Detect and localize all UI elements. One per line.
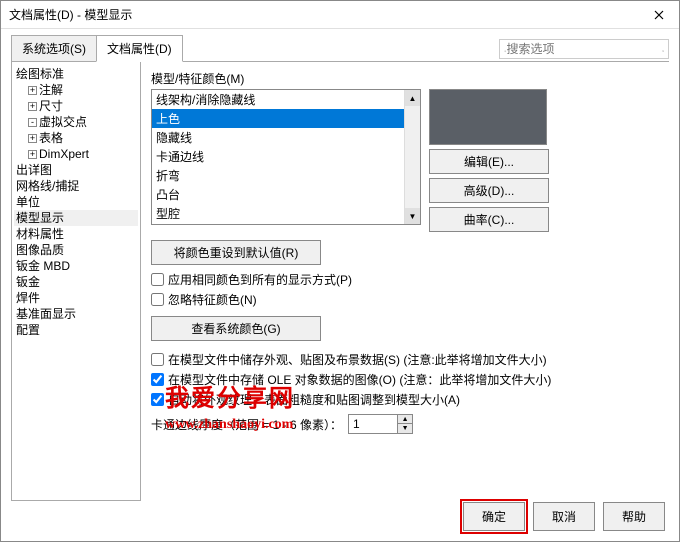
tree-item-label: 钣金 MBD (16, 259, 70, 273)
tree-item[interactable]: +DimXpert (14, 146, 138, 162)
tab-document-properties[interactable]: 文档属性(D) (96, 35, 183, 62)
tree-item[interactable]: 钣金 (14, 274, 138, 290)
model-colors-label: 模型/特征颜色(M) (151, 70, 659, 87)
tree-item-label: 材料属性 (16, 227, 64, 241)
tree-item-label: 单位 (16, 195, 40, 209)
tree-item[interactable]: 网格线/捕捉 (14, 178, 138, 194)
tree-item[interactable]: 焊件 (14, 290, 138, 306)
tab-system-options[interactable]: 系统选项(S) (11, 35, 97, 62)
view-system-colors-button[interactable]: 查看系统颜色(G) (151, 316, 321, 341)
auto-adjust-checkbox[interactable] (151, 393, 164, 406)
color-listbox[interactable]: 线架构/消除隐藏线上色隐藏线卡通边线折弯凸台型腔倒角切除 ▲ ▼ (151, 89, 421, 225)
store-ole-label: 在模型文件中存储 OLE 对象数据的图像(O) (注意：此举将增加文件大小) (168, 371, 551, 388)
tree-item-label: 配置 (16, 323, 40, 337)
tree-item[interactable]: 绘图标准 (14, 66, 138, 82)
scroll-up-icon[interactable]: ▲ (405, 90, 420, 106)
store-ole-checkbox[interactable] (151, 373, 164, 386)
apply-same-color-label: 应用相同颜色到所有的显示方式(P) (168, 271, 352, 288)
collapse-icon[interactable]: - (28, 118, 37, 127)
tree-item[interactable]: 模型显示 (14, 210, 138, 226)
search-input[interactable] (507, 42, 662, 56)
store-appearance-checkbox[interactable] (151, 353, 164, 366)
search-box[interactable] (499, 39, 669, 59)
tree-item[interactable]: 配置 (14, 322, 138, 338)
list-item[interactable]: 线架构/消除隐藏线 (152, 90, 420, 109)
tree-item[interactable]: 钣金 MBD (14, 258, 138, 274)
expand-icon[interactable]: + (28, 150, 37, 159)
edit-button[interactable]: 编辑(E)... (429, 149, 549, 174)
tree-item[interactable]: 出详图 (14, 162, 138, 178)
tree-item[interactable]: +注解 (14, 82, 138, 98)
listbox-scrollbar[interactable]: ▲ ▼ (404, 90, 420, 224)
auto-adjust-label: 自动将外观纹理、表面粗糙度和贴图调整到模型大小(A) (168, 391, 460, 408)
cartoon-edge-spinner[interactable]: ▲ ▼ (348, 414, 413, 434)
tree-item[interactable]: 基准面显示 (14, 306, 138, 322)
curvature-button[interactable]: 曲率(C)... (429, 207, 549, 232)
tree-item-label: 绘图标准 (16, 67, 64, 81)
cartoon-edge-input[interactable] (349, 415, 397, 433)
tree-item-label: 表格 (39, 131, 63, 145)
expand-icon[interactable]: + (28, 86, 37, 95)
spinner-down-icon[interactable]: ▼ (398, 424, 412, 433)
spinner-up-icon[interactable]: ▲ (398, 415, 412, 424)
expand-icon[interactable]: + (28, 102, 37, 111)
tree-item-label: 图像品质 (16, 243, 64, 257)
list-item[interactable]: 折弯 (152, 166, 420, 185)
tree-item[interactable]: 单位 (14, 194, 138, 210)
tree-item-label: 尺寸 (39, 99, 63, 113)
window-title: 文档属性(D) - 模型显示 (9, 6, 639, 23)
tree-item[interactable]: +尺寸 (14, 98, 138, 114)
tree-item-label: 基准面显示 (16, 307, 76, 321)
search-icon (662, 42, 665, 56)
color-preview (429, 89, 547, 145)
tree-item-label: 注解 (39, 83, 63, 97)
tree-item[interactable]: 材料属性 (14, 226, 138, 242)
cancel-button[interactable]: 取消 (533, 502, 595, 531)
apply-same-color-checkbox[interactable] (151, 273, 164, 286)
tree-item-label: 网格线/捕捉 (16, 179, 79, 193)
scroll-down-icon[interactable]: ▼ (405, 208, 420, 224)
tree-item[interactable]: 图像品质 (14, 242, 138, 258)
expand-icon[interactable]: + (28, 134, 37, 143)
help-button[interactable]: 帮助 (603, 502, 665, 531)
tab-bar: 系统选项(S) 文档属性(D) (11, 35, 182, 62)
tree-item-label: 虚拟交点 (39, 115, 87, 129)
list-item[interactable]: 倒角 (152, 223, 420, 225)
ignore-feature-color-label: 忽略特征颜色(N) (168, 291, 257, 308)
close-icon (654, 10, 664, 20)
list-item[interactable]: 上色 (152, 109, 420, 128)
list-item[interactable]: 凸台 (152, 185, 420, 204)
cartoon-edge-label: 卡通边线厚度（范围 = 1 - 6 像素）： (151, 416, 342, 433)
close-button[interactable] (639, 1, 679, 29)
tree-item-label: 钣金 (16, 275, 40, 289)
store-appearance-label: 在模型文件中储存外观、贴图及布景数据(S) (注意:此举将增加文件大小) (168, 351, 547, 368)
category-tree[interactable]: 绘图标准+注解+尺寸-虚拟交点+表格+DimXpert出详图网格线/捕捉单位模型… (11, 62, 141, 501)
reset-colors-button[interactable]: 将颜色重设到默认值(R) (151, 240, 321, 265)
ignore-feature-color-checkbox[interactable] (151, 293, 164, 306)
tree-item-label: 焊件 (16, 291, 40, 305)
tree-item-label: 模型显示 (16, 211, 64, 225)
advanced-button[interactable]: 高级(D)... (429, 178, 549, 203)
tree-item[interactable]: -虚拟交点 (14, 114, 138, 130)
list-item[interactable]: 型腔 (152, 204, 420, 223)
list-item[interactable]: 卡通边线 (152, 147, 420, 166)
ok-button[interactable]: 确定 (463, 502, 525, 531)
tree-item-label: DimXpert (39, 147, 89, 161)
tree-item[interactable]: +表格 (14, 130, 138, 146)
tree-item-label: 出详图 (16, 163, 52, 177)
list-item[interactable]: 隐藏线 (152, 128, 420, 147)
